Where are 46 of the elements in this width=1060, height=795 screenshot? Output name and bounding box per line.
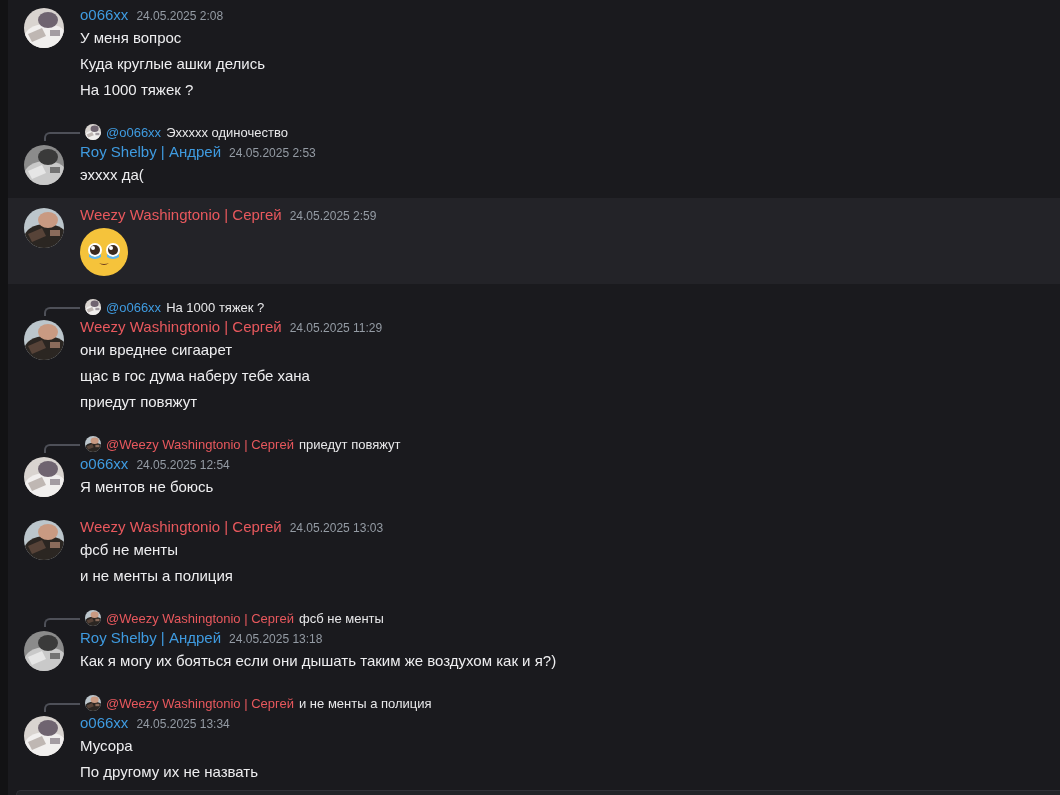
reply-mention[interactable]: @o066xx xyxy=(106,299,162,315)
message-text: Как я могу их бояться если они дышать таким же воздухом как и я?) xyxy=(80,651,558,671)
author-name[interactable]: o066xx xyxy=(80,714,129,731)
reply-mention[interactable]: @Weezy Washingtonio | Сергей xyxy=(106,695,294,711)
message-composer[interactable] xyxy=(16,790,1060,795)
reply-preview[interactable]: и не менты а полиция xyxy=(299,695,432,711)
message-text: фсб не менты xyxy=(80,540,179,560)
reply-connector xyxy=(44,618,80,627)
reply-connector xyxy=(44,703,80,712)
reply-connector xyxy=(44,444,80,453)
timestamp: 24.05.2025 2:53 xyxy=(229,146,316,160)
message-text: По другому их не назвать xyxy=(80,762,260,782)
reply-preview[interactable]: приедут повяжут xyxy=(299,436,401,452)
timestamp: 24.05.2025 11:29 xyxy=(289,321,383,335)
author-name[interactable]: Weezy Washingtonio | Сергей xyxy=(80,318,282,335)
author-name[interactable]: Roy Shelby | Андрей xyxy=(80,629,222,646)
reply-mention[interactable]: @Weezy Washingtonio | Сергей xyxy=(106,436,294,452)
timestamp: 24.05.2025 13:18 xyxy=(229,632,323,646)
author-name[interactable]: Weezy Washingtonio | Сергей xyxy=(80,518,282,535)
reply-mention[interactable]: @o066xx xyxy=(106,124,162,140)
timestamp: 24.05.2025 13:34 xyxy=(136,717,230,731)
message-text: Я ментов не боюсь xyxy=(80,477,215,497)
message-text: щас в гос дума наберу тебе хана xyxy=(80,366,311,386)
reply-mention[interactable]: @Weezy Washingtonio | Сергей xyxy=(106,610,294,626)
reply-connector xyxy=(44,307,80,316)
timestamp: 24.05.2025 2:08 xyxy=(136,9,224,23)
timestamp: 24.05.2025 13:03 xyxy=(289,521,384,535)
author-name[interactable]: Roy Shelby | Андрей xyxy=(80,143,222,160)
message-text: На 1000 тяжек ? xyxy=(80,80,195,100)
message-text: эхххх да( xyxy=(80,165,145,185)
pleading-face-icon xyxy=(80,228,128,276)
author-name[interactable]: o066xx xyxy=(80,455,129,472)
message-text: Мусора xyxy=(80,736,134,756)
timestamp: 24.05.2025 12:54 xyxy=(136,458,230,472)
message-text: приедут повяжут xyxy=(80,392,199,412)
message-text: У меня вопрос xyxy=(80,28,183,48)
reply-preview[interactable]: фсб не менты xyxy=(299,610,384,626)
timestamp: 24.05.2025 2:59 xyxy=(289,209,377,223)
message-text: Куда круглые ашки делись xyxy=(80,54,266,74)
author-name[interactable]: o066xx xyxy=(80,6,129,23)
message-text: они вреднее сигаарет xyxy=(80,340,234,360)
message-text: и не менты а полиция xyxy=(80,566,234,586)
reply-connector xyxy=(44,132,80,141)
author-name[interactable]: Weezy Washingtonio | Сергей xyxy=(80,206,282,223)
reply-preview[interactable]: Эххххх одиночество xyxy=(166,124,288,140)
reply-preview[interactable]: На 1000 тяжек ? xyxy=(166,299,265,315)
